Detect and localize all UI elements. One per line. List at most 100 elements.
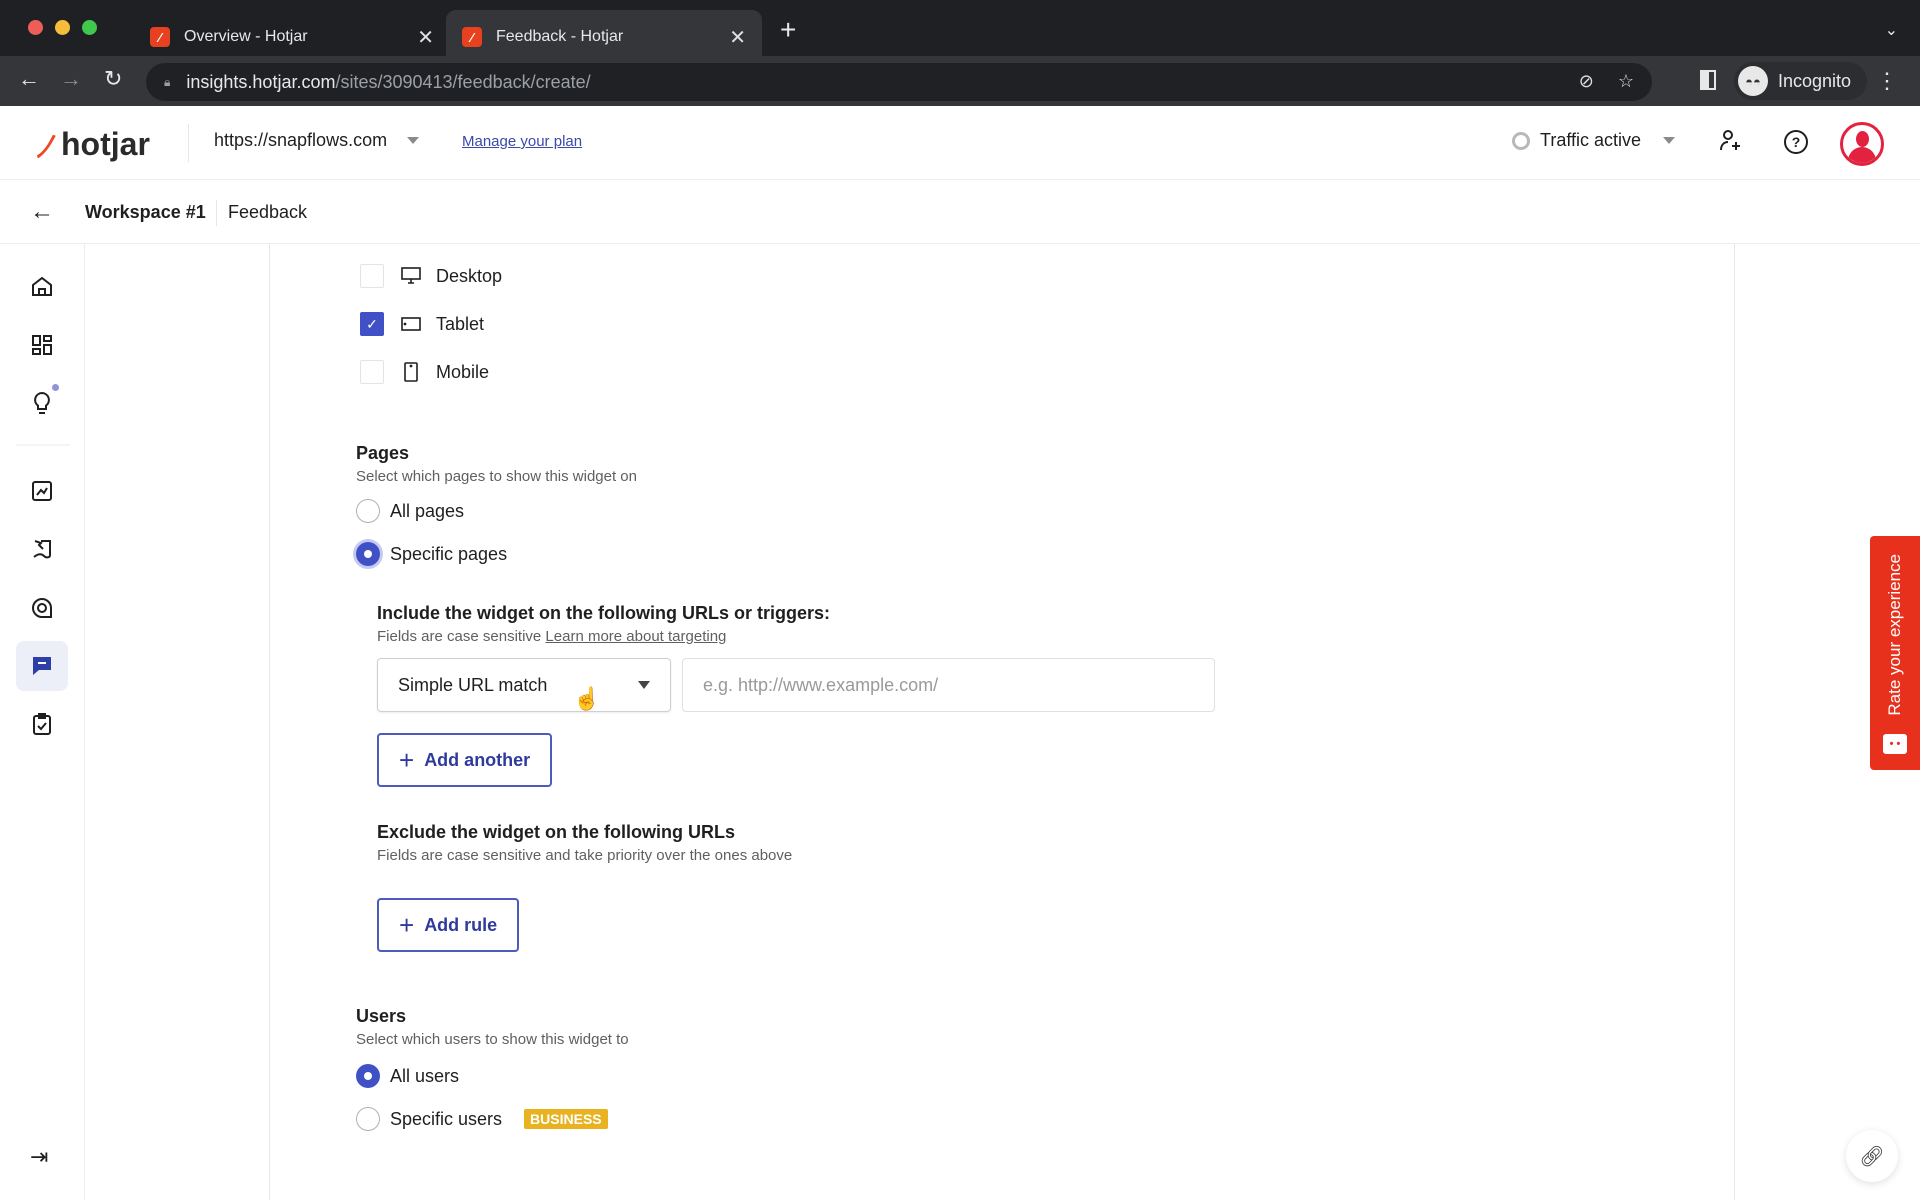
radio-button[interactable] bbox=[356, 1107, 380, 1131]
radio-button[interactable] bbox=[356, 499, 380, 523]
browser-menu-icon[interactable]: ⋮ bbox=[1876, 68, 1898, 94]
tablet-checkbox[interactable]: ✓ bbox=[360, 312, 384, 336]
browser-tab-bar: ⁄ Overview - Hotjar ✕ ⁄ Feedback - Hotja… bbox=[0, 0, 1920, 64]
device-option-mobile[interactable]: Mobile bbox=[360, 360, 489, 384]
url-match-type-dropdown[interactable]: Simple URL match bbox=[377, 658, 671, 712]
header-divider bbox=[188, 124, 189, 162]
recordings-icon bbox=[32, 597, 52, 618]
mobile-icon bbox=[400, 362, 422, 382]
back-arrow-icon[interactable]: ← bbox=[30, 198, 54, 226]
lock-icon: 🔒︎ bbox=[164, 74, 171, 89]
rate-your-experience-tab[interactable]: Rate your experience • • bbox=[1870, 536, 1920, 770]
sidebar-item-feedback[interactable] bbox=[16, 641, 68, 691]
window-close-button[interactable] bbox=[28, 20, 43, 35]
selected-match-type: Simple URL match bbox=[398, 674, 548, 695]
device-label: Tablet bbox=[436, 313, 485, 334]
sidebar-item-recordings[interactable] bbox=[16, 583, 68, 633]
pages-section-title: Pages bbox=[356, 443, 410, 463]
device-option-tablet[interactable]: ✓ Tablet bbox=[360, 312, 484, 336]
invite-user-icon[interactable] bbox=[1718, 128, 1744, 161]
sidebar-item-home[interactable] bbox=[16, 261, 68, 311]
address-bar[interactable]: 🔒︎ insights.hotjar.com/sites/3090413/fee… bbox=[146, 63, 1652, 101]
sidebar-item-highlights[interactable] bbox=[16, 378, 68, 428]
tracking-eye-off-icon[interactable]: ⊘ bbox=[1579, 71, 1594, 92]
desktop-checkbox[interactable] bbox=[360, 264, 384, 288]
tab-search-chevron-icon[interactable]: ⌄ bbox=[1885, 20, 1898, 40]
new-tab-button[interactable]: + bbox=[780, 16, 796, 44]
breadcrumb-workspace[interactable]: Workspace #1 bbox=[85, 202, 206, 223]
mobile-checkbox[interactable] bbox=[360, 360, 384, 384]
sidebar-divider bbox=[16, 444, 70, 446]
caret-down-icon bbox=[1663, 137, 1676, 144]
include-description-text: Fields are case sensitive bbox=[377, 628, 542, 645]
user-avatar[interactable] bbox=[1840, 122, 1884, 166]
site-url: https://snapflows.com bbox=[214, 130, 388, 150]
include-urls-title: Include the widget on the following URLs… bbox=[377, 603, 830, 623]
sidebar-item-trends[interactable] bbox=[16, 466, 68, 516]
plus-icon: + bbox=[399, 745, 415, 775]
app-header: ﾉ hotjar https://snapflows.com Manage yo… bbox=[0, 106, 1920, 180]
hotjar-logo[interactable]: ﾉ hotjar bbox=[33, 122, 150, 166]
exclude-urls-title: Exclude the widget on the following URLs bbox=[377, 822, 736, 842]
help-icon[interactable]: ? bbox=[1784, 130, 1808, 154]
heatmaps-icon bbox=[33, 540, 51, 559]
traffic-status-selector[interactable]: Traffic active bbox=[1512, 130, 1676, 151]
status-ring-icon bbox=[1512, 131, 1530, 150]
lightbulb-icon bbox=[34, 391, 50, 414]
users-section-title: Users bbox=[356, 1006, 407, 1026]
radio-button[interactable] bbox=[356, 1064, 380, 1088]
radio-specific-users[interactable]: Specific users BUSINESS bbox=[356, 1107, 608, 1131]
add-rule-button[interactable]: + Add rule bbox=[377, 898, 520, 952]
incognito-profile-button[interactable]: ◓◓ Incognito bbox=[1734, 62, 1868, 100]
reload-icon[interactable]: ↻ bbox=[104, 66, 122, 92]
close-tab-icon[interactable]: ✕ bbox=[729, 25, 746, 50]
radio-label: All users bbox=[390, 1065, 460, 1086]
profile-label: Incognito bbox=[1778, 70, 1852, 91]
include-url-input[interactable] bbox=[682, 658, 1215, 712]
url-path: /sites/3090413/feedback/create/ bbox=[335, 71, 591, 92]
incognito-icon: ◓◓ bbox=[1738, 66, 1768, 96]
side-panel-icon[interactable] bbox=[1700, 70, 1716, 90]
browser-toolbar: ← → ↻ 🔒︎ insights.hotjar.com/sites/30904… bbox=[0, 56, 1920, 106]
forward-arrow-icon[interactable]: → bbox=[60, 66, 82, 92]
add-another-button[interactable]: + Add another bbox=[377, 733, 553, 787]
radio-label: Specific pages bbox=[390, 543, 508, 564]
rate-tab-label: Rate your experience bbox=[1885, 554, 1904, 716]
close-tab-icon[interactable]: ✕ bbox=[417, 25, 434, 50]
pointer-cursor-icon: ☝ bbox=[573, 686, 601, 711]
learn-more-targeting-link[interactable]: Learn more about targeting bbox=[545, 628, 726, 645]
radio-label: All pages bbox=[390, 500, 465, 521]
hotjar-favicon-icon: ⁄ bbox=[150, 27, 170, 47]
trends-icon bbox=[32, 481, 52, 501]
expand-sidebar-icon[interactable]: ⇥ bbox=[30, 1144, 48, 1170]
exclude-urls-description: Fields are case sensitive and take prior… bbox=[377, 847, 793, 864]
breadcrumb-current-page: Feedback bbox=[228, 202, 308, 222]
device-option-desktop[interactable]: Desktop bbox=[360, 264, 502, 288]
site-selector[interactable]: https://snapflows.com bbox=[214, 130, 420, 151]
surveys-icon bbox=[33, 713, 51, 735]
bookmark-star-icon[interactable]: ☆ bbox=[1618, 71, 1634, 92]
sidebar-item-surveys[interactable] bbox=[16, 699, 68, 749]
logo-text: hotjar bbox=[61, 125, 150, 162]
dashboard-icon bbox=[32, 335, 52, 355]
manage-plan-link[interactable]: Manage your plan bbox=[462, 133, 582, 150]
copy-link-button[interactable]: 🔗︎ bbox=[1846, 1130, 1898, 1182]
radio-all-users[interactable]: All users bbox=[356, 1064, 459, 1088]
back-arrow-icon[interactable]: ← bbox=[18, 66, 40, 92]
widget-targeting-form: Desktop ✓ Tablet Mobile Pages Select whi… bbox=[269, 244, 1735, 1200]
include-urls-description: Fields are case sensitive Learn more abo… bbox=[377, 628, 726, 645]
pages-section-description: Select which pages to show this widget o… bbox=[356, 468, 637, 485]
radio-button[interactable] bbox=[356, 542, 380, 566]
window-maximize-button[interactable] bbox=[82, 20, 97, 35]
radio-all-pages[interactable]: All pages bbox=[356, 499, 464, 523]
business-plan-badge: BUSINESS bbox=[524, 1109, 608, 1129]
notification-dot bbox=[52, 384, 59, 391]
breadcrumb-divider bbox=[216, 200, 217, 226]
sidebar-item-dashboard[interactable] bbox=[16, 320, 68, 370]
smiley-chat-icon: • • bbox=[1883, 734, 1907, 754]
breadcrumb: ← Workspace #1 Feedback bbox=[0, 180, 1920, 244]
sidebar-item-heatmaps[interactable] bbox=[16, 524, 68, 574]
window-minimize-button[interactable] bbox=[55, 20, 70, 35]
device-label: Desktop bbox=[436, 265, 503, 286]
radio-specific-pages[interactable]: Specific pages bbox=[356, 542, 507, 566]
